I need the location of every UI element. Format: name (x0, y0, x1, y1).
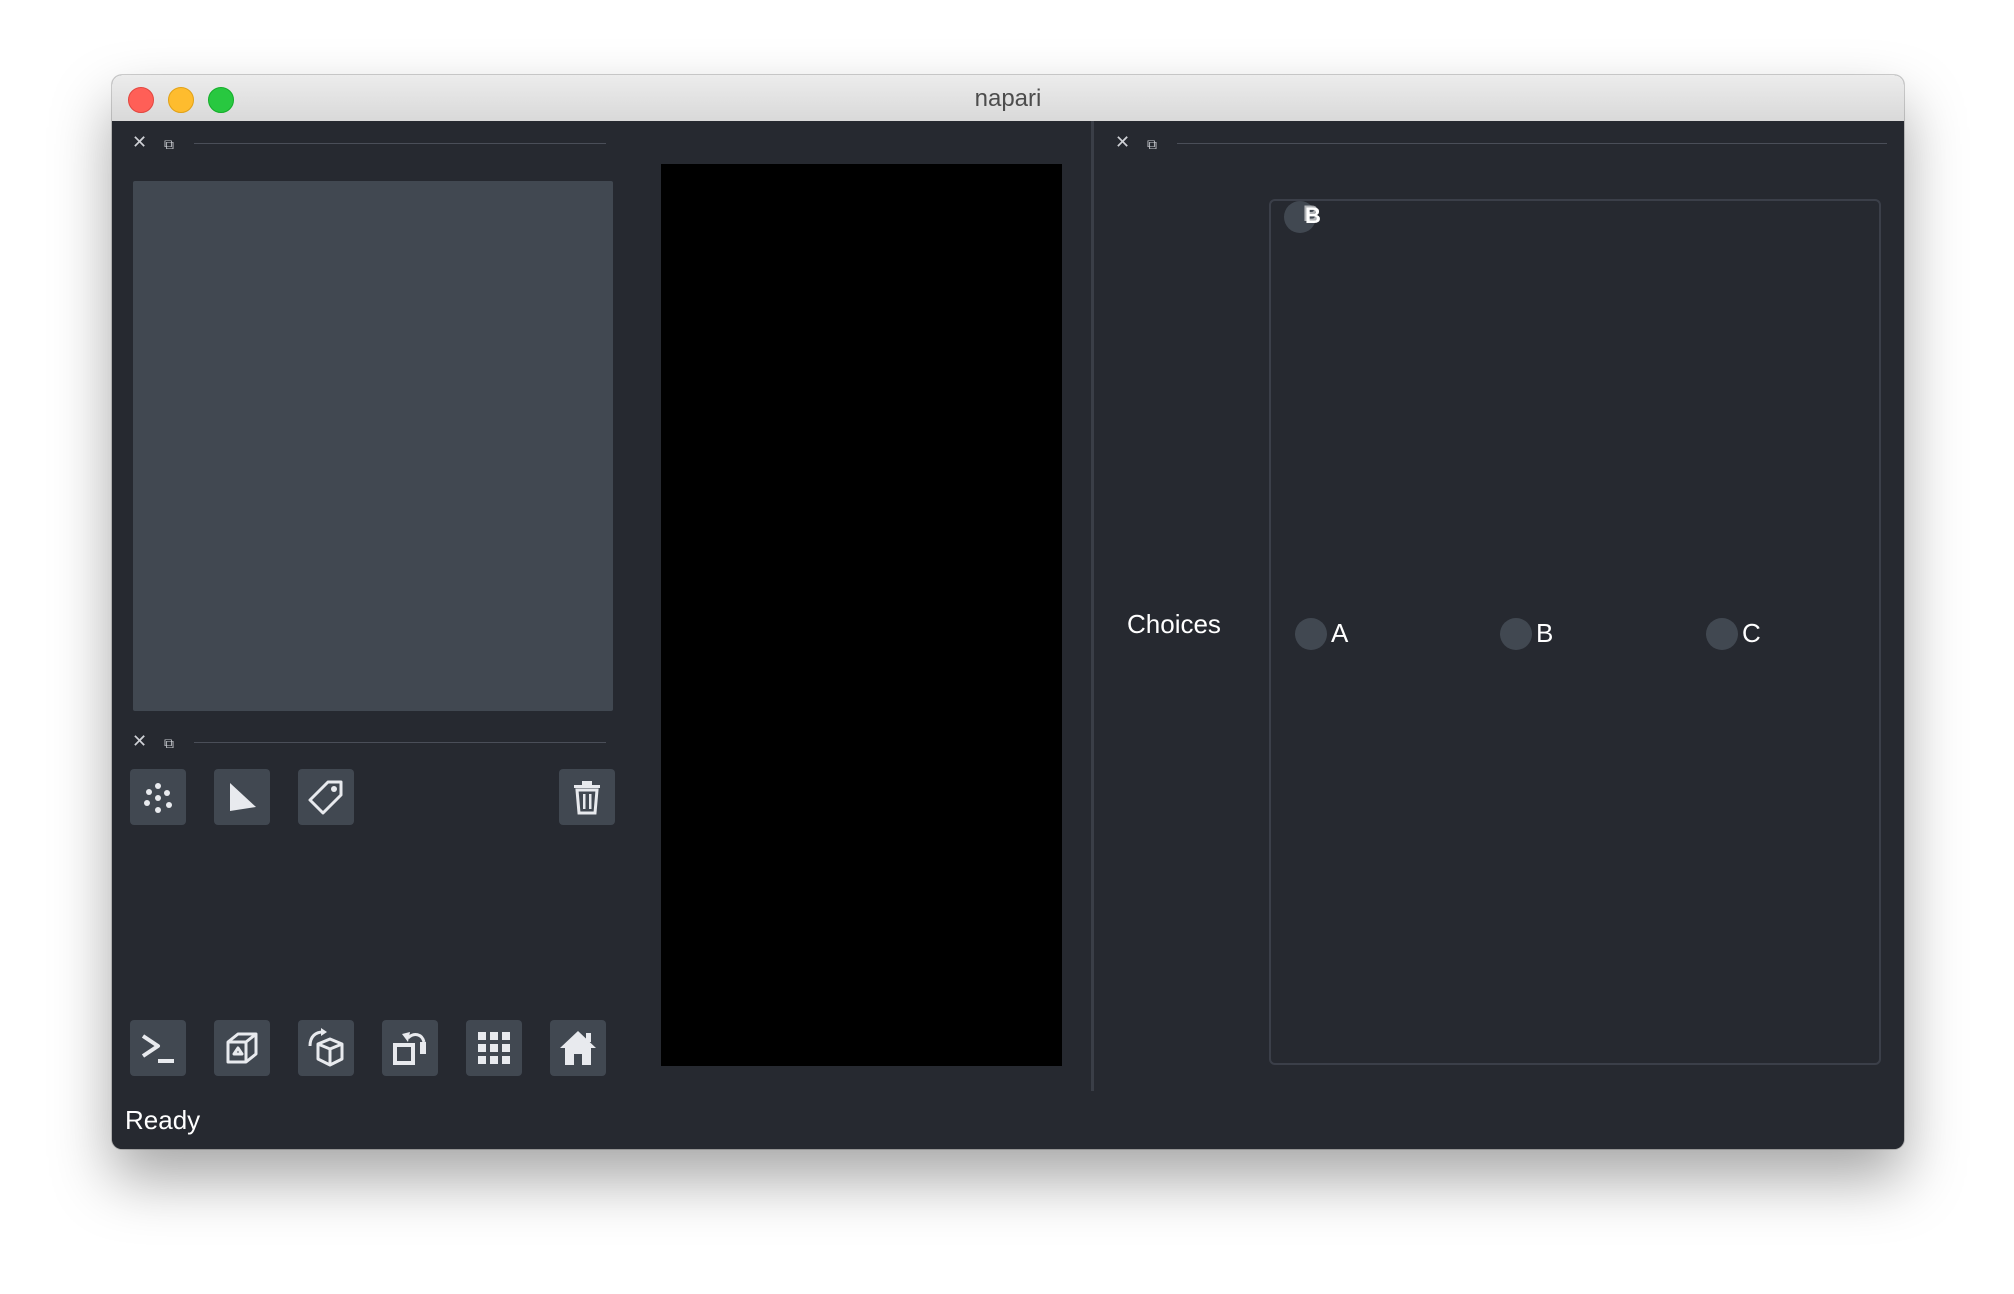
dock-title-line (194, 143, 606, 144)
new-labels-button[interactable] (298, 769, 354, 825)
viewer-canvas[interactable] (661, 164, 1062, 1066)
ndisplay-toggle-icon (226, 1032, 258, 1064)
grid-view-button[interactable] (466, 1020, 522, 1076)
layer-controls-dock-header: ✕ ⧉ (132, 728, 606, 758)
transpose-dims-icon (393, 1032, 426, 1065)
radio-b-label[interactable]: B (1536, 618, 1553, 649)
window-title: napari (974, 85, 1042, 112)
console-button[interactable] (130, 1020, 186, 1076)
reset-view-button[interactable] (550, 1020, 606, 1076)
home-icon (560, 1031, 596, 1065)
float-icon[interactable]: ⧉ (164, 133, 174, 155)
main-area: ✕ ⧉ ✕ ⧉ ✕ ⧉ Choices B B A B C Ready (112, 121, 1904, 1149)
new-points-icon (144, 783, 172, 813)
transpose-dims-button[interactable] (382, 1020, 438, 1076)
title-bar: napari (112, 75, 1904, 122)
roll-dims-icon (308, 1028, 344, 1067)
float-icon[interactable]: ⧉ (1147, 133, 1157, 155)
float-icon[interactable]: ⧉ (164, 732, 174, 754)
new-shapes-button[interactable] (214, 769, 270, 825)
dock-splitter[interactable] (1091, 121, 1094, 1091)
dock-title-line (1177, 143, 1887, 144)
radio-c-label[interactable]: C (1742, 618, 1761, 649)
roll-dims-button[interactable] (298, 1020, 354, 1076)
radio-b-indicator[interactable] (1500, 618, 1532, 650)
layer-list-dock-header: ✕ ⧉ (132, 129, 606, 159)
new-points-button[interactable] (130, 769, 186, 825)
widget-dock-header: ✕ ⧉ (1115, 129, 1887, 159)
dock-title-line (194, 742, 606, 743)
new-shapes-icon (230, 783, 256, 811)
radio-a-label[interactable]: A (1331, 618, 1348, 649)
radio-button-group (1269, 199, 1881, 1065)
ndisplay-toggle-button[interactable] (214, 1020, 270, 1076)
grid-view-icon (478, 1032, 510, 1064)
close-icon[interactable]: ✕ (1115, 131, 1130, 153)
radio-c-indicator[interactable] (1706, 618, 1738, 650)
close-icon[interactable]: ✕ (132, 131, 147, 153)
delete-layer-icon (574, 781, 600, 815)
console-icon (141, 1034, 174, 1063)
overlap-radio-label: B (1305, 203, 1321, 228)
new-labels-icon (308, 780, 343, 815)
status-bar-text: Ready (125, 1105, 201, 1135)
radio-a-indicator[interactable] (1295, 618, 1327, 650)
close-icon[interactable]: ✕ (132, 730, 147, 752)
delete-layer-button[interactable] (559, 769, 615, 825)
layer-list[interactable] (133, 181, 613, 711)
napari-window: napari ✕ ⧉ ✕ ⧉ ✕ ⧉ Choices B B A B C Rea… (112, 75, 1904, 1149)
choices-label: Choices (1127, 609, 1221, 639)
